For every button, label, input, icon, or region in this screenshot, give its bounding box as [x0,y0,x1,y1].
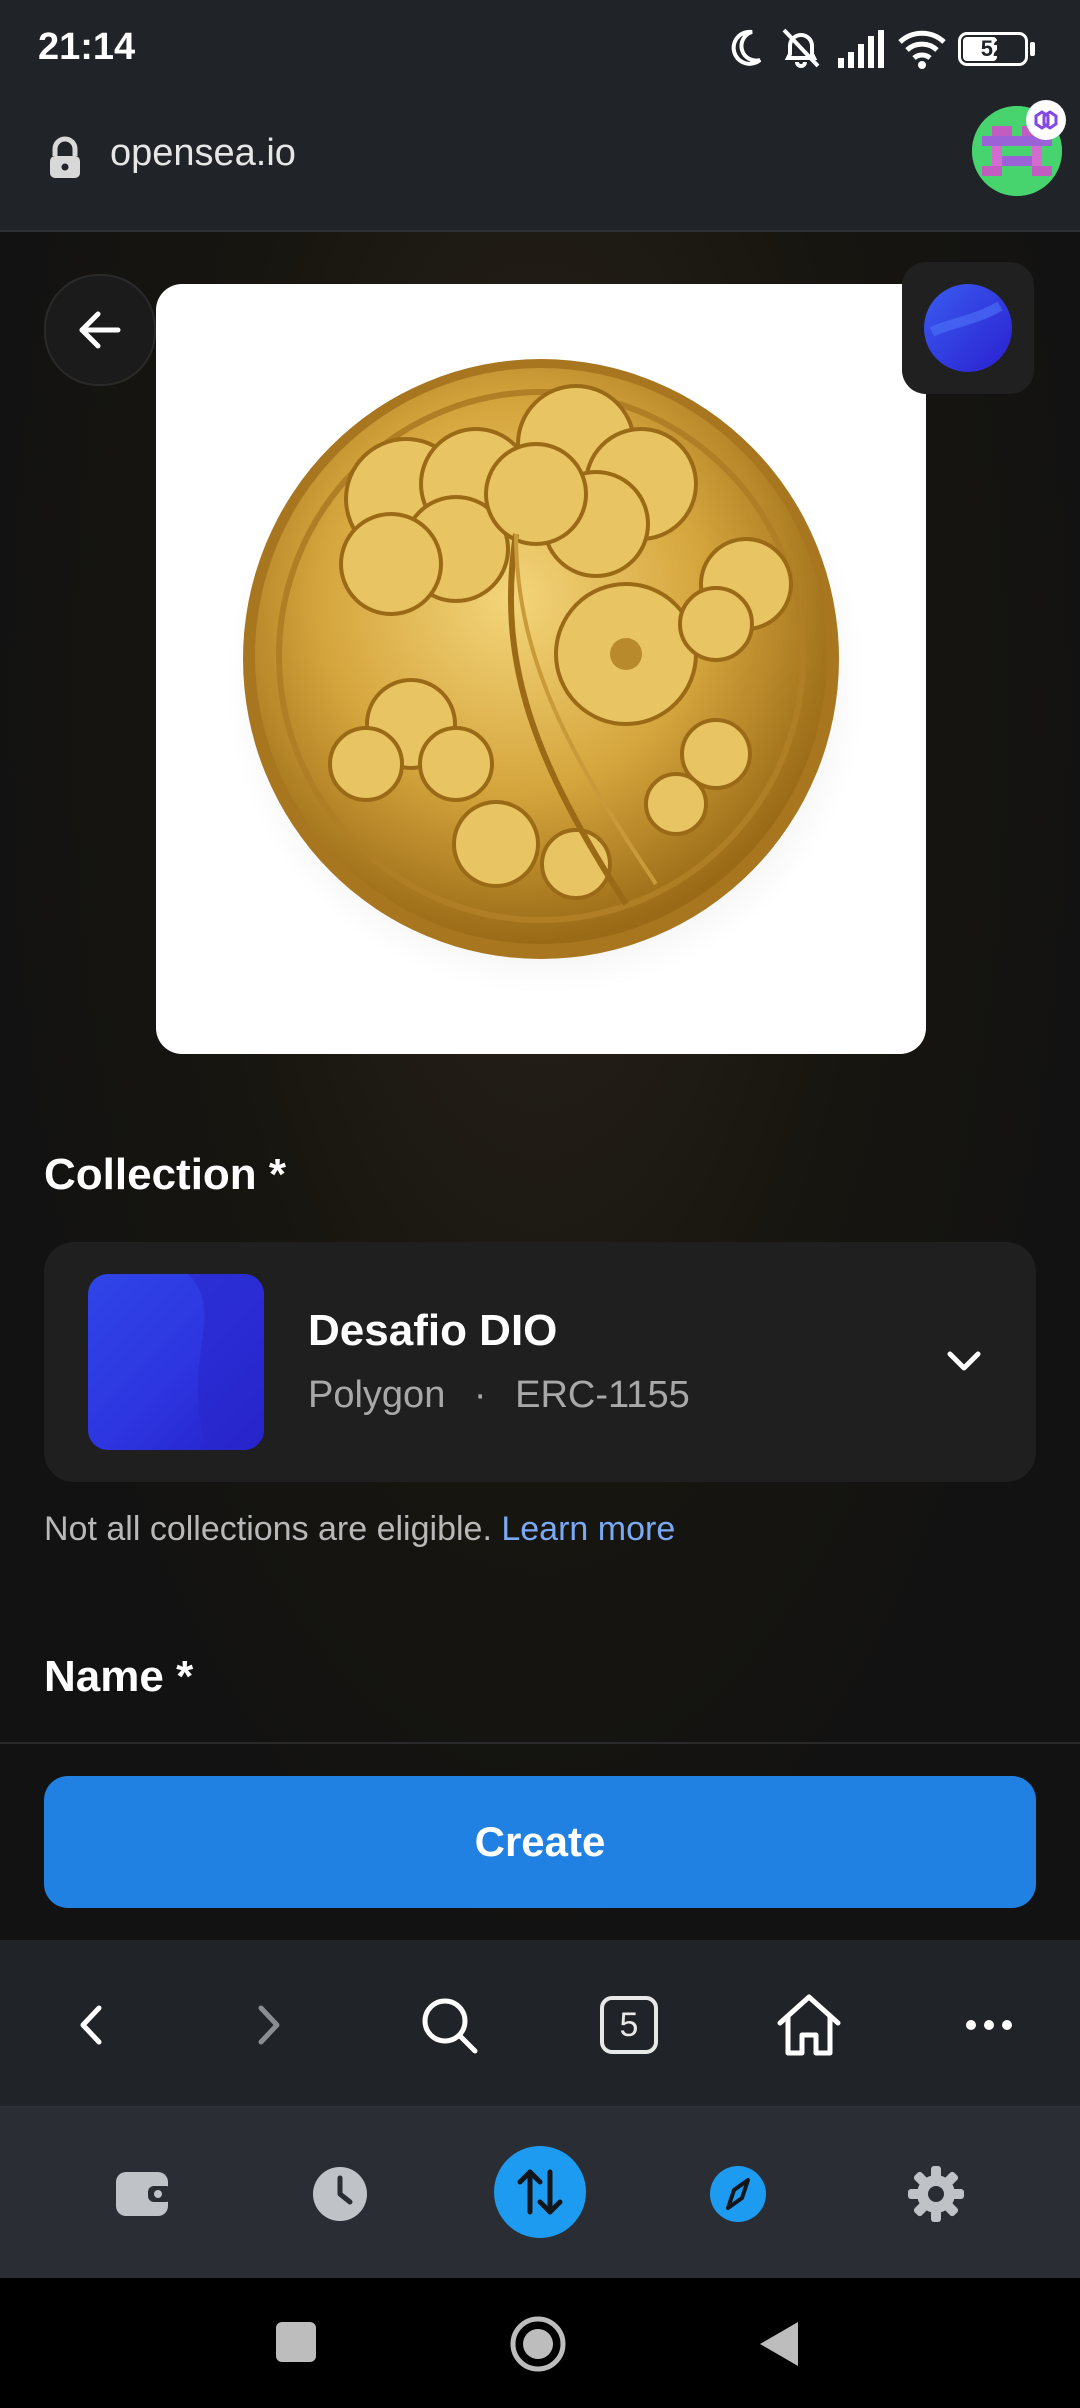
browser-home-button[interactable] [764,1980,854,2070]
browser-forward-button[interactable] [224,1980,314,2070]
eligibility-text: Not all collections are eligible. [44,1510,492,1548]
home-nav-button[interactable] [508,2314,568,2374]
system-nav-bar [0,2278,1080,2408]
browser-more-button[interactable] [944,1980,1034,2070]
chevron-right-icon [258,2005,280,2045]
meta-separator: · [473,1374,487,1416]
tab-count: 5 [619,2006,639,2044]
chevron-left-icon [80,2005,102,2045]
page-content: Collection * Desafio DIO Polygon · ERC-1… [0,232,1080,1940]
history-button[interactable] [294,2148,386,2240]
bell-off-icon [782,28,820,68]
create-button[interactable]: Create [44,1776,1036,1908]
url-text[interactable]: opensea.io [110,132,296,175]
browser-back-button[interactable] [46,1980,136,2070]
swap-button[interactable] [494,2146,586,2238]
status-time: 21:14 [38,26,136,68]
chevron-down-icon [947,1351,981,1371]
url-bar[interactable]: opensea.io [0,92,1080,232]
battery-icon: 52 [958,32,1028,66]
app-dock [0,2108,1080,2278]
more-icon [966,2020,1012,2030]
collection-selector[interactable]: Desafio DIO Polygon · ERC-1155 [44,1242,1036,1482]
collection-label: Collection * [44,1150,287,1199]
recents-button[interactable] [276,2322,316,2362]
divider [0,1742,1080,1744]
collection-thumbnail [88,1274,264,1450]
browser-toolbar: 5 [0,1940,1080,2108]
clock-icon [313,2167,367,2221]
arrow-left-icon [79,311,121,349]
browser-search-button[interactable] [404,1980,494,2070]
name-label: Name * [44,1652,194,1701]
triangle-back-icon [760,2322,798,2366]
tabs-icon: 5 [600,1996,658,2054]
collection-name: Desafio DIO [308,1306,558,1355]
collection-chain: Polygon [308,1374,446,1416]
settings-button[interactable] [890,2148,982,2240]
wifi-icon [898,30,946,69]
collection-standard: ERC-1155 [515,1374,690,1416]
search-icon [422,1998,478,2054]
back-button[interactable] [44,274,156,386]
collection-thumb-art [188,1274,264,1450]
learn-more-link[interactable]: Learn more [501,1510,675,1548]
home-icon [777,1994,841,2056]
polygon-badge-icon [1026,100,1066,140]
wallet-button[interactable] [98,2148,190,2240]
browser-tabs-button[interactable]: 5 [584,1980,674,2070]
browser-tab-button[interactable] [692,2148,784,2240]
gear-icon [908,2166,964,2222]
wallet-icon [116,2172,172,2216]
battery-tip [1030,42,1035,56]
signal-icon [838,30,884,68]
compass-icon [710,2166,766,2222]
gold-coin-image [226,359,866,994]
eligibility-note: Not all collections are eligible. Learn … [44,1510,675,1549]
chain-circle-icon [924,284,1012,372]
collection-meta: Polygon · ERC-1155 [308,1374,690,1417]
chain-selector-button[interactable] [902,262,1034,394]
status-bar: 21:14 52 [0,0,1080,92]
nft-image-card[interactable] [156,284,926,1054]
swap-icon [517,2169,563,2215]
lock-icon [50,136,80,178]
moon-icon [731,29,762,66]
battery-level: 52 [980,36,1006,61]
back-nav-button[interactable] [756,2318,802,2370]
